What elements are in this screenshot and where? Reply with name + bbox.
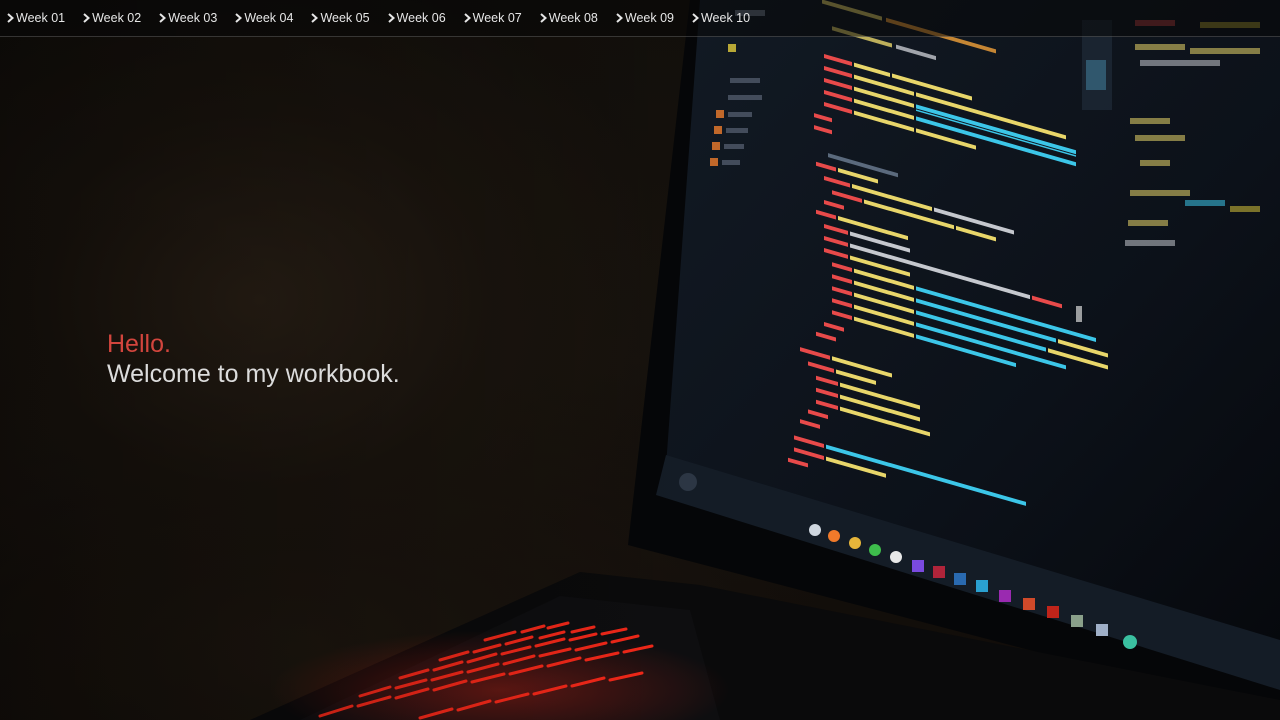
greeting-heading: Hello. bbox=[107, 330, 171, 358]
week-nav: Week 01 Week 02 Week 03 Week 04 Week 05 … bbox=[0, 0, 1280, 37]
nav-item-label: Week 02 bbox=[92, 11, 142, 25]
chevron-right-icon bbox=[310, 12, 319, 24]
nav-item-week-09[interactable]: Week 09 bbox=[615, 11, 674, 25]
chevron-right-icon bbox=[539, 12, 548, 24]
nav-item-week-02[interactable]: Week 02 bbox=[82, 11, 141, 25]
nav-item-label: Week 09 bbox=[624, 11, 674, 25]
chevron-right-icon bbox=[158, 12, 167, 24]
chevron-right-icon bbox=[234, 12, 243, 24]
nav-item-week-08[interactable]: Week 08 bbox=[539, 11, 598, 25]
chevron-right-icon bbox=[6, 12, 15, 24]
nav-item-week-03[interactable]: Week 03 bbox=[158, 11, 217, 25]
nav-item-label: Week 03 bbox=[168, 11, 218, 25]
nav-item-week-06[interactable]: Week 06 bbox=[387, 11, 446, 25]
chevron-right-icon bbox=[82, 12, 91, 24]
nav-item-label: Week 07 bbox=[472, 11, 522, 25]
hero-text: Hello. Welcome to my workbook. bbox=[107, 329, 400, 390]
chevron-right-icon bbox=[615, 12, 624, 24]
nav-item-label: Week 10 bbox=[700, 11, 751, 25]
nav-item-label: Week 08 bbox=[548, 11, 598, 25]
chevron-right-icon bbox=[387, 12, 396, 24]
nav-item-label: Week 06 bbox=[396, 11, 446, 25]
nav-item-week-01[interactable]: Week 01 bbox=[6, 11, 65, 25]
chevron-right-icon bbox=[691, 12, 700, 24]
nav-item-week-04[interactable]: Week 04 bbox=[234, 11, 293, 25]
welcome-subtitle: Welcome to my workbook. bbox=[107, 360, 400, 388]
nav-item-week-10[interactable]: Week 10 bbox=[691, 11, 750, 25]
chevron-right-icon bbox=[463, 12, 472, 24]
page: Week 01 Week 02 Week 03 Week 04 Week 05 … bbox=[0, 0, 1280, 720]
nav-item-label: Week 05 bbox=[320, 11, 370, 25]
nav-item-label: Week 04 bbox=[244, 11, 294, 25]
nav-item-week-05[interactable]: Week 05 bbox=[310, 11, 370, 25]
nav-item-week-07[interactable]: Week 07 bbox=[463, 11, 522, 25]
nav-item-label: Week 01 bbox=[16, 11, 66, 25]
